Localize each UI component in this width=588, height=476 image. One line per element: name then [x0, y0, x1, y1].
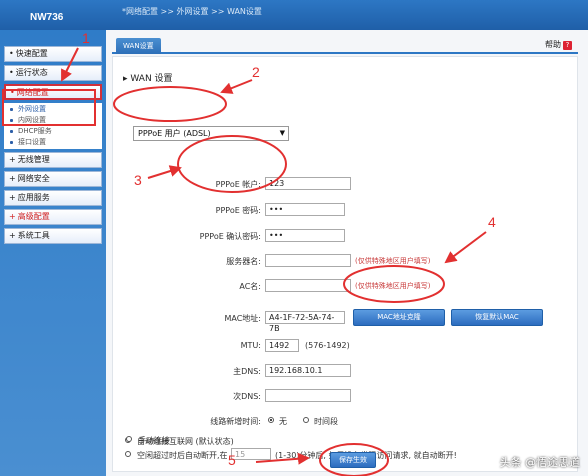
idle-disconnect-radio[interactable] — [125, 451, 131, 457]
mtu-label: MTU: — [240, 341, 261, 350]
online-period-radio[interactable] — [303, 417, 309, 423]
bullet-icon — [10, 130, 13, 133]
annotation-number-5: 5 — [228, 452, 236, 468]
sidebar-subgroup: 外网设置 内网设置 DHCP服务 接口设置 — [4, 103, 102, 149]
sidebar-item-security[interactable]: + 网络安全 — [4, 171, 102, 187]
sidebar-item-system-tools[interactable]: + 系统工具 — [4, 228, 102, 244]
sidebar-subitem-lan[interactable]: 内网设置 — [4, 115, 102, 126]
manual-connect-radio[interactable] — [126, 436, 132, 442]
online-period-label: 时间段 — [314, 417, 338, 426]
pppoe-account-label: PPPoE 帐户: — [215, 180, 261, 189]
sidebar-subitem-wan[interactable]: 外网设置 — [4, 104, 102, 115]
sidebar-subitem-dhcp[interactable]: DHCP服务 — [4, 126, 102, 137]
main-content: WAN设置 帮助? ▸ WAN 设置 PPPoE 用户 (ADSL) ▼ PPPo… — [106, 30, 588, 476]
bullet-icon — [10, 119, 13, 122]
mtu-input[interactable]: 1492 — [265, 339, 299, 352]
sidebar-item-advanced[interactable]: + 高级配置 — [4, 209, 102, 225]
annotation-number-2: 2 — [252, 64, 260, 80]
pppoe-password-label: PPPoE 密码: — [215, 206, 261, 215]
mac-restore-button[interactable]: 恢复默认MAC — [451, 309, 543, 326]
annotation-number-4: 4 — [488, 214, 496, 230]
online-time-label: 线路新增时间: — [210, 417, 261, 426]
tab-wan-settings[interactable]: WAN设置 — [116, 38, 161, 54]
ac-name-note: (仅供特殊地区用户填写) — [355, 282, 431, 290]
mac-address-label: MAC地址: — [224, 314, 261, 323]
primary-dns-label: 主DNS: — [233, 367, 261, 376]
ac-name-input[interactable] — [265, 279, 351, 292]
section-title: ▸ WAN 设置 — [123, 74, 173, 84]
bullet-icon — [10, 108, 13, 111]
primary-dns-input[interactable]: 192.168.10.1 — [265, 364, 351, 377]
server-name-input[interactable] — [265, 254, 351, 267]
save-apply-button[interactable]: 保存生效 — [330, 452, 376, 468]
chevron-down-icon: ▼ — [279, 129, 285, 137]
sidebar-item-quick-setup[interactable]: • 快速配置 — [4, 46, 102, 62]
manual-connect-label: 手动连接 — [138, 436, 170, 445]
mtu-range: (576-1492) — [305, 341, 350, 350]
tab-bar: WAN设置 帮助? — [112, 36, 578, 54]
secondary-dns-label: 次DNS: — [233, 392, 261, 401]
help-link[interactable]: 帮助? — [545, 39, 572, 50]
ac-name-label: AC名: — [239, 282, 261, 291]
sidebar: • 快速配置 • 运行状态 • 网络配置 外网设置 内网设置 DHCP服务 接口设置 … — [0, 30, 106, 476]
server-name-label: 服务器名: — [226, 257, 261, 266]
sidebar-item-services[interactable]: + 应用服务 — [4, 190, 102, 206]
sidebar-item-wireless[interactable]: + 无线管理 — [4, 152, 102, 168]
help-icon: ? — [563, 41, 572, 50]
sidebar-item-network[interactable]: • 网络配置 — [4, 84, 102, 100]
pppoe-confirm-label: PPPoE 确认密码: — [199, 232, 261, 241]
breadcrumb: *网络配置 >> 外网设置 >> WAN设置 — [122, 7, 262, 16]
sidebar-subitem-interface[interactable]: 接口设置 — [4, 137, 102, 148]
idle-minutes-input[interactable]: 15 — [231, 448, 271, 460]
top-bar: NW736 *网络配置 >> 外网设置 >> WAN设置 — [0, 0, 588, 30]
pppoe-confirm-input[interactable]: ••• — [265, 229, 345, 242]
secondary-dns-input[interactable] — [265, 389, 351, 402]
pppoe-password-input[interactable]: ••• — [265, 203, 345, 216]
server-name-note: (仅供特殊地区用户填写) — [355, 257, 431, 265]
pppoe-account-input[interactable]: 123 — [265, 177, 351, 190]
watermark: 头条 @悟途思道 — [499, 456, 581, 469]
connection-mode-select[interactable]: PPPoE 用户 (ADSL) ▼ — [133, 126, 289, 141]
annotation-number-1: 1 — [82, 30, 90, 46]
annotation-number-3: 3 — [134, 172, 142, 188]
sidebar-item-status[interactable]: • 运行状态 — [4, 65, 102, 81]
mac-clone-button[interactable]: MAC地址克隆 — [353, 309, 445, 326]
idle-disconnect-prefix: 空闲超过时后自动断开,在 — [137, 451, 228, 460]
bullet-icon — [10, 141, 13, 144]
online-none-radio[interactable] — [268, 417, 274, 423]
brand-logo: NW736 — [30, 12, 64, 23]
wan-settings-panel: ▸ WAN 设置 PPPoE 用户 (ADSL) ▼ PPPoE 帐户: 123 … — [112, 56, 578, 472]
mac-address-input[interactable]: A4-1F-72-5A-74-7B — [265, 311, 345, 333]
online-none-label: 无 — [279, 417, 287, 426]
